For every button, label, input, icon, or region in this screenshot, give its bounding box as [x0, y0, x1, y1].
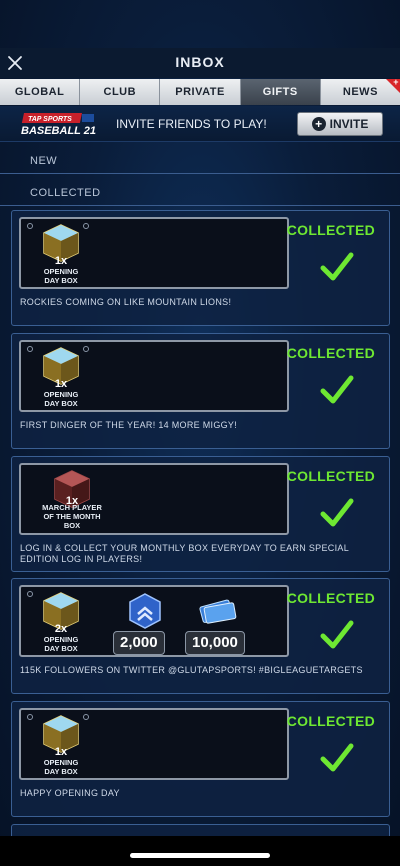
card-message: ROCKIES COMING ON LIKE MOUNTAIN LIONS!	[20, 297, 232, 307]
reward-box: 1x OPENING DAY BOX	[19, 340, 289, 412]
tab-label: CLUB	[103, 86, 137, 98]
tab-private[interactable]: PRIVATE	[160, 79, 241, 105]
item-name: OPENING DAY BOX	[43, 267, 79, 285]
tab-label: NEWS	[342, 86, 378, 98]
checkmark-icon	[320, 498, 354, 527]
tab-label: GIFTS	[262, 86, 298, 98]
tab-global[interactable]: GLOBAL	[0, 79, 81, 105]
cash-value: 10,000	[185, 631, 245, 655]
logo-bottom-text: BASEBALL 21	[21, 125, 96, 137]
card-message: FIRST DINGER OF THE YEAR! 14 MORE MIGGY!	[20, 420, 238, 430]
tab-club[interactable]: CLUB	[80, 79, 161, 105]
checkmark-icon	[320, 252, 354, 281]
game-logo: TAP SPORTS BASEBALL 21	[21, 113, 96, 137]
checkmark-icon	[320, 620, 354, 649]
invite-button-label: INVITE	[329, 117, 369, 131]
section-new-label: NEW	[30, 155, 58, 167]
reward-item: 1x MARCH PLAYER OF THE MONTH BOX	[37, 469, 107, 530]
invite-text: INVITE FRIENDS TO PLAY!	[116, 117, 267, 131]
reward-box: 1x MARCH PLAYER OF THE MONTH BOX	[19, 463, 289, 535]
reward-item: 1x OPENING DAY BOX	[37, 714, 85, 776]
plus-icon: +	[393, 77, 400, 87]
reward-item: 1x OPENING DAY BOX	[37, 346, 85, 408]
bottom-bar	[0, 836, 400, 866]
checkmark-icon	[320, 743, 354, 772]
header-bar: INBOX	[0, 48, 400, 78]
gift-card: 1x OPENING DAY BOX COLLECTED HAPPY OPENI…	[11, 701, 390, 817]
reward-item: 1x OPENING DAY BOX	[37, 223, 85, 285]
tab-news[interactable]: NEWS +	[320, 77, 400, 105]
reward-box: 1x OPENING DAY BOX	[19, 217, 289, 289]
section-collected-label: COLLECTED	[30, 187, 101, 199]
status-label: COLLECTED	[286, 590, 375, 606]
invite-bar: TAP SPORTS BASEBALL 21 INVITE FRIENDS TO…	[0, 106, 400, 142]
tab-label: GLOBAL	[14, 86, 65, 98]
page-title: INBOX	[175, 54, 225, 70]
tab-gifts[interactable]: GIFTS	[240, 79, 321, 105]
reward-box: 1x OPENING DAY BOX	[19, 708, 289, 780]
card-message: HAPPY OPENING DAY	[20, 788, 120, 798]
inbox-screen: INBOX GLOBAL CLUB PRIVATE GIFTS NEWS + T…	[0, 0, 400, 866]
item-name: OPENING DAY BOX	[43, 758, 79, 776]
status-label: COLLECTED	[286, 713, 375, 729]
item-name: MARCH PLAYER OF THE MONTH BOX	[42, 503, 102, 530]
section-new[interactable]: NEW	[0, 146, 400, 174]
logo-top-text: TAP SPORTS	[28, 116, 72, 123]
xp-badge-icon	[129, 593, 161, 629]
item-quantity: 1x	[54, 255, 68, 267]
card-message: 115K FOLLOWERS ON TWITTER @GLUTAPSPORTS!…	[20, 665, 363, 675]
reward-box: 2x OPENING DAY BOX 2,000 10,000	[19, 585, 289, 657]
item-quantity: 1x	[54, 746, 68, 758]
item-quantity: 1x	[54, 378, 68, 390]
checkmark-icon	[320, 375, 354, 404]
invite-button[interactable]: + INVITE	[297, 112, 383, 136]
plus-circle-icon: +	[311, 117, 326, 131]
item-name: OPENING DAY BOX	[43, 635, 79, 653]
info-icon	[27, 591, 33, 597]
reward-item: 2x OPENING DAY BOX	[37, 591, 85, 653]
gift-card: 1x OPENING DAY BOX COLLECTED FIRST DINGE…	[11, 333, 390, 449]
xp-value: 2,000	[113, 631, 165, 655]
tab-bar: GLOBAL CLUB PRIVATE GIFTS NEWS +	[0, 77, 400, 105]
home-indicator[interactable]	[130, 853, 270, 858]
tab-label: PRIVATE	[175, 86, 225, 98]
card-message: LOG IN & COLLECT YOUR MONTHLY BOX EVERYD…	[20, 543, 349, 564]
gift-card: 1x OPENING DAY BOX COLLECTED ROCKIES COM…	[11, 210, 390, 326]
info-icon	[27, 223, 33, 229]
item-name: OPENING DAY BOX	[43, 390, 79, 408]
cash-icon	[199, 599, 237, 624]
status-label: COLLECTED	[286, 345, 375, 361]
section-collected[interactable]: COLLECTED	[0, 178, 400, 206]
item-quantity: 2x	[54, 623, 68, 635]
info-icon	[27, 346, 33, 352]
status-label: COLLECTED	[286, 222, 375, 238]
item-quantity: 1x	[65, 495, 79, 507]
status-label: COLLECTED	[286, 468, 375, 484]
gift-card: 1x MARCH PLAYER OF THE MONTH BOX COLLECT…	[11, 456, 390, 572]
gift-card: 2x OPENING DAY BOX 2,000 10,000 COLLECTE…	[11, 578, 390, 694]
info-icon	[27, 714, 33, 720]
